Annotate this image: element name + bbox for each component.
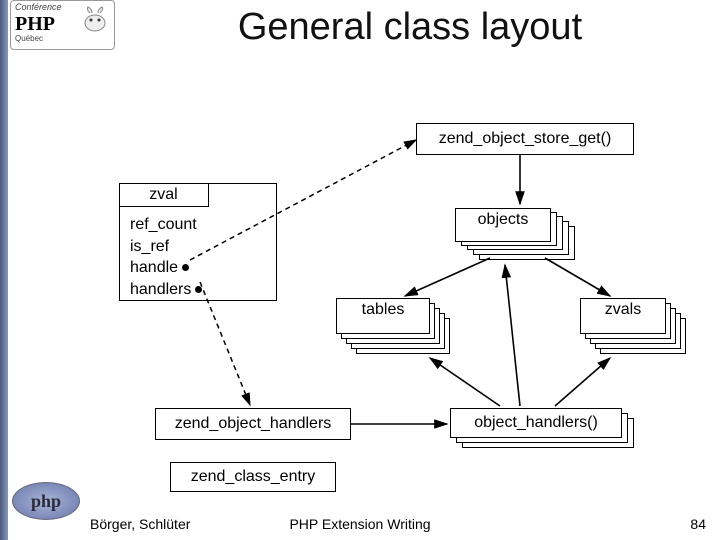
logo-sub: Québec bbox=[15, 35, 110, 44]
stack-object-handlers-fn: object_handlers() bbox=[450, 408, 640, 452]
zval-field-refcount: ref_count bbox=[130, 214, 202, 236]
box-zend-class-entry: zend_class_entry bbox=[170, 462, 336, 492]
box-zend-object-handlers: zend_object_handlers bbox=[155, 408, 351, 440]
connector-dot-icon bbox=[182, 264, 189, 271]
stack-zvals: zvals bbox=[580, 298, 690, 354]
conference-logo: Conférence PHP Québec bbox=[10, 0, 115, 50]
php-logo-icon: php bbox=[12, 482, 80, 520]
label: zend_object_handlers bbox=[175, 415, 332, 433]
label: zend_object_store_get() bbox=[439, 130, 612, 148]
diagram-arrows bbox=[0, 0, 720, 540]
connector-dot-icon bbox=[195, 286, 202, 293]
zval-field-handle: handle bbox=[130, 257, 202, 279]
left-accent-bar bbox=[0, 0, 8, 540]
box-zval: zval ref_count is_ref handle handlers bbox=[119, 183, 277, 301]
footer-title: PHP Extension Writing bbox=[0, 516, 720, 532]
box-zend-object-store-get: zend_object_store_get() bbox=[416, 123, 634, 155]
label: objects bbox=[478, 211, 529, 229]
zval-title: zval bbox=[119, 183, 209, 207]
slide-title: General class layout bbox=[120, 6, 700, 49]
zval-field-handlers: handlers bbox=[130, 279, 202, 301]
label: zvals bbox=[605, 301, 641, 319]
stack-tables: tables bbox=[336, 298, 454, 354]
zval-field-isref: is_ref bbox=[130, 236, 202, 258]
elephant-cartoon-icon bbox=[80, 5, 110, 35]
stack-objects: objects bbox=[455, 208, 575, 260]
label: tables bbox=[362, 301, 405, 319]
label: object_handlers() bbox=[474, 414, 598, 432]
label: zend_class_entry bbox=[191, 468, 316, 486]
zval-fields: ref_count is_ref handle handlers bbox=[120, 206, 212, 308]
footer-page-number: 84 bbox=[690, 516, 706, 532]
